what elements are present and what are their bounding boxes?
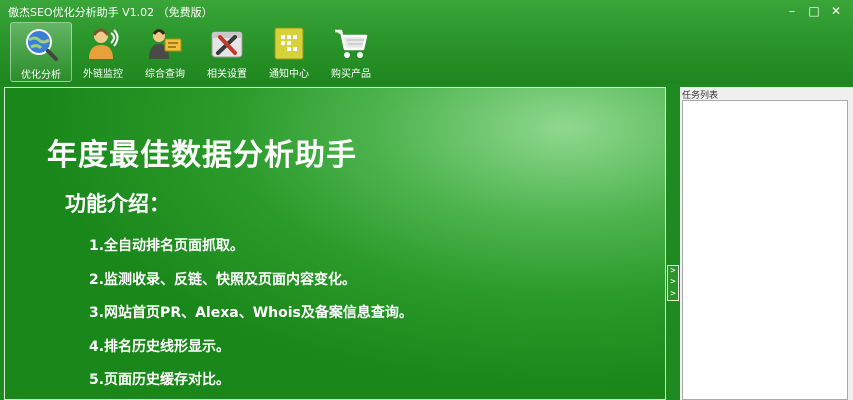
task-panel: 任务列表 xyxy=(680,87,853,400)
banner-subhead: 功能介绍： xyxy=(65,192,170,216)
tools-icon xyxy=(211,31,243,58)
minimize-button[interactable]: – xyxy=(781,2,803,20)
tool-link-monitor[interactable]: 外链监控 xyxy=(72,22,134,82)
window-controls: – □ ✕ xyxy=(781,2,847,20)
tool-optimize-analysis[interactable]: 优化分析 xyxy=(10,22,72,82)
chevron-right-icon: > xyxy=(670,288,676,299)
list-item: 4.排名历史线形显示。 xyxy=(89,338,231,355)
title-bar[interactable]: 傲杰SEO优化分析助手 V1.02 （免费版） – □ ✕ xyxy=(0,0,853,22)
list-item: 5.页面历史缓存对比。 xyxy=(89,372,231,388)
list-item: 1.全自动排名页面抓取。 xyxy=(89,238,245,254)
task-list[interactable] xyxy=(682,100,848,400)
maximize-button[interactable]: □ xyxy=(803,2,825,20)
app-header: 傲杰SEO优化分析助手 V1.02 （免费版） – □ ✕ 优化分析 外链监控 … xyxy=(0,0,853,84)
tool-general-query[interactable]: 综合查询 xyxy=(134,22,196,82)
banner-headline: 年度最佳数据分析助手 xyxy=(47,138,357,173)
main-toolbar: 优化分析 外链监控 综合查询 相关设置 通知中心 购买产品 xyxy=(10,22,382,82)
tool-label: 综合查询 xyxy=(145,69,185,80)
shopping-cart-icon xyxy=(335,29,368,58)
chevron-right-icon: > xyxy=(670,277,676,288)
tool-label: 购买产品 xyxy=(331,69,371,80)
tool-settings[interactable]: 相关设置 xyxy=(196,22,258,82)
tool-label: 通知中心 xyxy=(269,69,309,80)
tool-label: 相关设置 xyxy=(207,69,247,80)
headset-user-icon xyxy=(89,28,119,59)
globe-search-icon xyxy=(26,29,58,61)
feature-banner: 年度最佳数据分析助手 功能介绍： 1.全自动排名页面抓取。 2.监测收录、反链、… xyxy=(4,87,666,400)
notice-board-icon xyxy=(274,27,304,60)
window-title: 傲杰SEO优化分析助手 V1.02 （免费版） xyxy=(8,6,213,19)
list-item: 3.网站首页PR、Alexa、Whois及备案信息查询。 xyxy=(89,305,413,321)
chevron-right-icon: > xyxy=(670,266,676,277)
feature-list: 1.全自动排名页面抓取。 2.监测收录、反链、快照及页面内容变化。 3.网站首页… xyxy=(89,236,413,399)
list-item: 2.监测收录、反链、快照及页面内容变化。 xyxy=(89,271,357,288)
tool-notice-center[interactable]: 通知中心 xyxy=(258,22,320,82)
tool-label: 外链监控 xyxy=(83,69,123,80)
tool-buy-product[interactable]: 购买产品 xyxy=(320,22,382,82)
user-card-icon xyxy=(149,29,182,59)
tool-label: 优化分析 xyxy=(21,70,61,81)
panel-collapse-toggle[interactable]: > > > xyxy=(667,265,679,301)
close-button[interactable]: ✕ xyxy=(825,2,847,20)
